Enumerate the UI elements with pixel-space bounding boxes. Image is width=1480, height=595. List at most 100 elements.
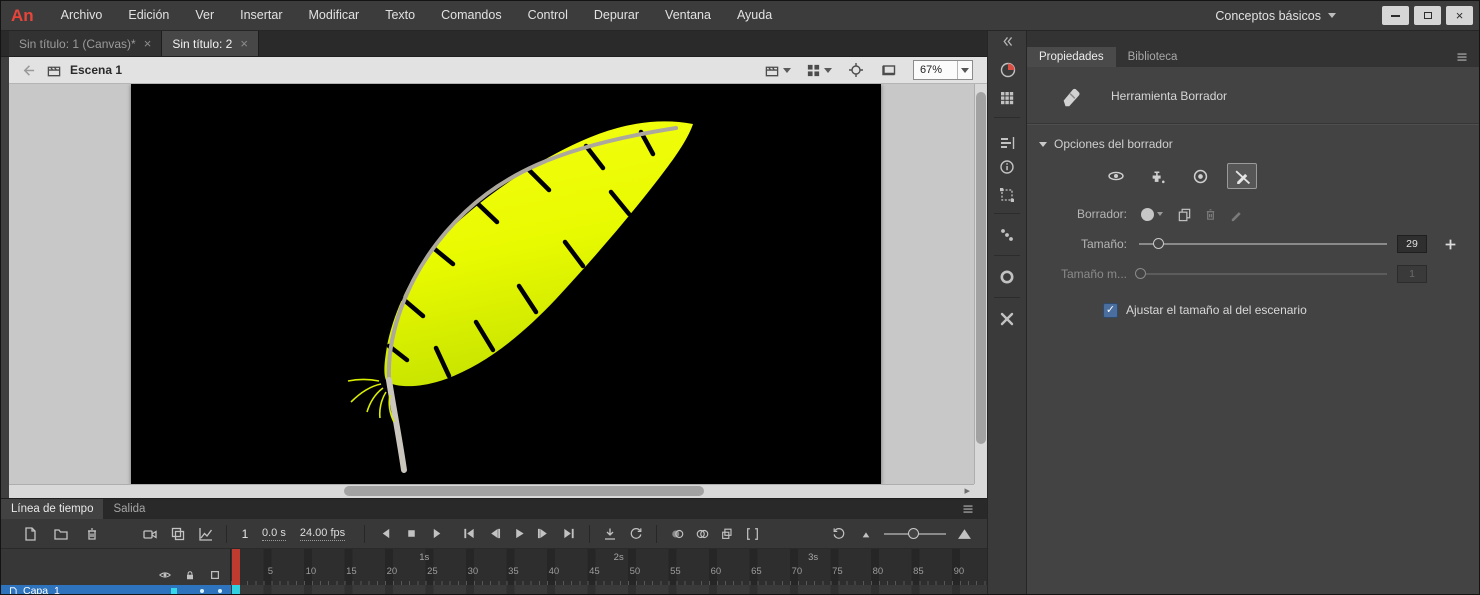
slider-thumb[interactable] <box>908 528 919 539</box>
brushes-panel-icon[interactable] <box>999 269 1017 287</box>
add-size-button[interactable] <box>1441 235 1459 253</box>
menu-item-ver[interactable]: Ver <box>182 1 227 30</box>
fit-stage-checkbox[interactable]: ✓ <box>1103 303 1118 318</box>
loop-playback-button[interactable] <box>627 525 645 543</box>
center-stage-button[interactable] <box>847 61 865 79</box>
delete-layer-button[interactable] <box>83 525 101 543</box>
document-tab-1[interactable]: Sin título: 1 (Canvas)* × <box>9 31 162 56</box>
stage[interactable] <box>131 84 881 484</box>
maximize-button[interactable] <box>1414 6 1441 25</box>
onion-skin-button[interactable] <box>668 525 686 543</box>
menu-item-modificar[interactable]: Modificar <box>296 1 373 30</box>
erase-selected-fills-icon[interactable] <box>1227 163 1257 189</box>
go-to-first-frame-button[interactable] <box>460 525 478 543</box>
code-snippets-panel-icon[interactable] <box>999 227 1017 245</box>
zoom-select[interactable]: 67% <box>913 60 973 80</box>
step-forward-button[interactable] <box>428 525 446 543</box>
workspace-switcher[interactable]: Conceptos básicos <box>1215 9 1336 23</box>
edit-brush-icon[interactable] <box>1227 205 1245 223</box>
panel-menu-icon[interactable] <box>1455 47 1469 67</box>
lock-unlock-all-layers-icon[interactable] <box>183 568 197 582</box>
faucet-icon[interactable] <box>1143 163 1173 189</box>
menu-item-texto[interactable]: Texto <box>372 1 428 30</box>
tab-close-icon[interactable]: × <box>144 37 152 50</box>
info-panel-icon[interactable] <box>999 159 1017 177</box>
tab-biblioteca[interactable]: Biblioteca <box>1116 47 1190 67</box>
timeline-ruler[interactable]: 510152025303540455055606570758085901s2s3… <box>1 549 987 585</box>
edit-multiple-frames-button[interactable] <box>718 525 736 543</box>
expand-panels-button[interactable] <box>1001 35 1019 53</box>
layer-parenting-button[interactable] <box>169 525 187 543</box>
horizontal-scrollbar[interactable]: ▸ <box>9 484 974 498</box>
menu-item-ventana[interactable]: Ventana <box>652 1 724 30</box>
size-slider[interactable] <box>1139 238 1387 250</box>
layer-visibility-dot[interactable] <box>200 589 204 593</box>
erase-fills-icon[interactable] <box>1185 163 1215 189</box>
tools-panel-icon[interactable] <box>999 311 1017 329</box>
minimize-button[interactable] <box>1382 6 1409 25</box>
min-size-slider[interactable] <box>1139 268 1387 280</box>
playhead[interactable] <box>232 549 240 585</box>
menu-item-ayuda[interactable]: Ayuda <box>724 1 785 30</box>
menu-item-depurar[interactable]: Depurar <box>581 1 652 30</box>
slider-thumb[interactable] <box>1153 238 1164 249</box>
delete-brush-icon[interactable] <box>1201 205 1219 223</box>
layer-row-header[interactable]: Capa_1 <box>1 585 231 595</box>
step-back-one-frame-button[interactable] <box>485 525 503 543</box>
menu-item-insertar[interactable]: Insertar <box>227 1 295 30</box>
show-hide-all-layers-icon[interactable] <box>158 568 172 582</box>
stop-button[interactable] <box>402 525 420 543</box>
menu-item-archivo[interactable]: Archivo <box>48 1 116 30</box>
elapsed-time[interactable]: 0.0 s <box>262 527 286 541</box>
tab-close-icon[interactable]: × <box>240 37 248 50</box>
menu-item-edicion[interactable]: Edición <box>115 1 182 30</box>
slider-thumb[interactable] <box>1135 268 1146 279</box>
tab-salida[interactable]: Salida <box>103 499 155 519</box>
step-back-button[interactable] <box>376 525 394 543</box>
go-to-last-frame-button[interactable] <box>560 525 578 543</box>
back-arrow-button[interactable] <box>19 61 37 79</box>
timeline-zoom-slider[interactable] <box>884 528 946 540</box>
zoom-in-timeline-icon[interactable] <box>955 525 973 543</box>
tab-linea-de-tiempo[interactable]: Línea de tiempo <box>1 499 103 519</box>
close-button[interactable]: × <box>1446 6 1473 25</box>
center-frame-button[interactable] <box>601 525 619 543</box>
scroll-right-icon[interactable]: ▸ <box>964 485 970 498</box>
menu-item-comandos[interactable]: Comandos <box>428 1 514 30</box>
show-outlines-icon[interactable] <box>208 568 222 582</box>
ruler-frames[interactable]: 510152025303540455055606570758085901s2s3… <box>231 549 987 585</box>
layer-row[interactable]: Capa_1 <box>1 585 987 595</box>
add-camera-button[interactable] <box>141 525 159 543</box>
clip-content-button[interactable] <box>880 61 898 79</box>
menu-item-control[interactable]: Control <box>515 1 581 30</box>
onion-skin-outlines-button[interactable] <box>693 525 711 543</box>
new-layer-button[interactable] <box>21 525 39 543</box>
timeline-panel-menu-icon[interactable] <box>961 499 975 519</box>
duplicate-brush-button[interactable] <box>1175 205 1193 223</box>
erase-mode-icon[interactable] <box>1101 163 1131 189</box>
horizontal-scrollbar-thumb[interactable] <box>344 486 704 496</box>
step-forward-one-frame-button[interactable] <box>535 525 553 543</box>
brush-shape-select[interactable] <box>1141 208 1163 221</box>
selected-frame-cell[interactable] <box>232 585 240 595</box>
vertical-scrollbar-thumb[interactable] <box>976 92 986 444</box>
edit-symbols-button[interactable] <box>806 63 832 78</box>
color-panel-icon[interactable] <box>999 61 1017 79</box>
eraser-options-section-header[interactable]: Opciones del borrador <box>1027 125 1480 155</box>
transform-panel-icon[interactable] <box>999 187 1017 205</box>
new-folder-button[interactable] <box>52 525 70 543</box>
layer-frames-strip[interactable] <box>231 585 987 595</box>
zoom-chevron[interactable] <box>957 61 972 79</box>
graph-editor-button[interactable] <box>197 525 215 543</box>
align-panel-icon[interactable] <box>999 135 1017 153</box>
vertical-scrollbar[interactable] <box>974 84 987 484</box>
layer-outline-color-swatch[interactable] <box>171 588 177 594</box>
frame-rate[interactable]: 24.00 fps <box>300 527 345 541</box>
tab-propiedades[interactable]: Propiedades <box>1027 47 1116 67</box>
layer-lock-dot[interactable] <box>218 589 222 593</box>
swatches-panel-icon[interactable] <box>999 90 1017 108</box>
edit-scene-button[interactable] <box>764 63 791 78</box>
modify-markers-button[interactable] <box>743 525 761 543</box>
play-button[interactable] <box>510 525 528 543</box>
size-value-box[interactable]: 29 <box>1397 235 1427 253</box>
